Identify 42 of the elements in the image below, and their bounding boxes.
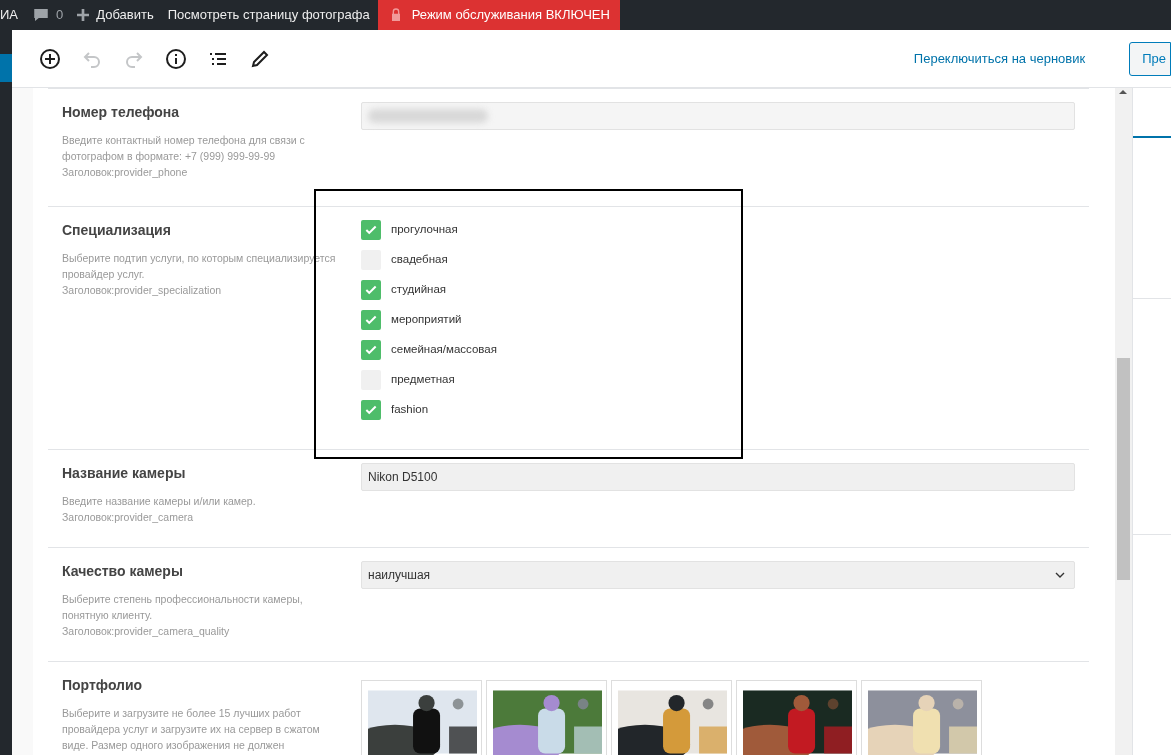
field-description: Введите контактный номер телефона для связи с фотографом в формате: +7 (999) 999-99-99 Заголовок:provider_phone [62, 133, 306, 180]
checkbox[interactable] [361, 220, 381, 240]
text-field[interactable]: Nikon D5100 [361, 463, 1075, 491]
checkbox[interactable] [361, 280, 381, 300]
plus-icon [75, 7, 92, 23]
checkbox-label: свадебная [391, 252, 448, 268]
field-label: Номер телефона [62, 103, 181, 122]
checkbox-label: прогулочная [391, 222, 458, 238]
view-page-link[interactable]: Посмотреть страницу фотографа [167, 5, 370, 25]
checkbox-label: семейная/массовая [391, 342, 497, 358]
checkbox-label: мероприятий [391, 312, 462, 328]
checkmark-icon [364, 313, 378, 327]
checkmark-icon [364, 403, 378, 417]
field-label: Портфолио [62, 676, 144, 695]
site-name[interactable]: ИА [0, 5, 18, 25]
menu-pointer [0, 54, 12, 82]
checkbox[interactable] [361, 310, 381, 330]
checkbox-label: предметная [391, 372, 455, 388]
field-label: Название камеры [62, 464, 187, 483]
comments-count[interactable]: 0 [56, 5, 64, 25]
info-icon[interactable] [164, 46, 188, 71]
switch-to-draft-link[interactable]: Переключиться на черновик [913, 48, 1086, 69]
preview-button[interactable]: Пре [1129, 41, 1171, 76]
field-label: Специализация [62, 221, 172, 240]
add-new-link[interactable]: Добавить [96, 5, 154, 25]
checkbox-label: студийная [391, 282, 447, 298]
field-description: Введите название камеры и/или камер. Заголовок:provider_camera [62, 494, 257, 525]
select-field[interactable]: наилучшая [361, 561, 1075, 589]
maintenance-mode-button[interactable]: Режим обслуживания ВКЛЮЧЕН [377, 0, 620, 30]
checkbox-label: fashion [391, 402, 429, 418]
checkbox[interactable] [361, 340, 381, 360]
checkmark-icon [364, 283, 378, 297]
text-field[interactable] [361, 102, 1075, 130]
field-description: Выберите степень профессиональности камеры, понятную клиенту. Заголовок:provider_camera_quality [62, 592, 304, 639]
add-block-icon[interactable] [38, 46, 62, 71]
checkmark-icon [364, 223, 378, 237]
scrollbar[interactable] [1115, 88, 1132, 755]
checkbox[interactable] [361, 400, 381, 420]
field-label: Качество камеры [62, 562, 184, 581]
comment-icon [32, 6, 50, 24]
field-description: Выберите и загрузите не более 15 лучших работ провайдера услуг и загрузите их на сервер в сжатом виде. Размер одного изображения не должен [62, 706, 321, 753]
checkmark-icon [364, 343, 378, 357]
